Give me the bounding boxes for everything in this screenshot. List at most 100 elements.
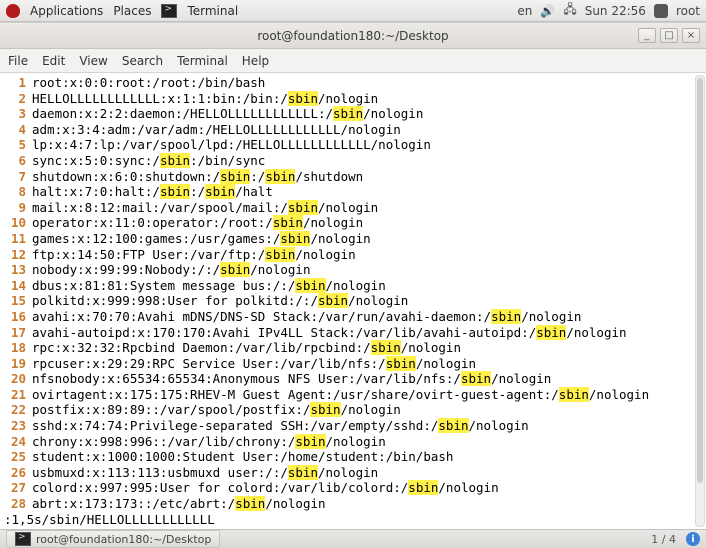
line-number: 19: [4, 356, 26, 372]
line-text: nfsnobody:x:65534:65534:Anonymous NFS Us…: [32, 371, 461, 386]
distro-logo-icon: [6, 4, 20, 18]
file-line: 18rpc:x:32:32:Rpcbind Daemon:/var/lib/rp…: [4, 340, 702, 356]
menu-view[interactable]: View: [79, 54, 107, 68]
menu-file[interactable]: File: [8, 54, 28, 68]
line-text: postfix:x:89:89::/var/spool/postfix:/: [32, 402, 310, 417]
search-highlight: sbin: [333, 106, 363, 121]
line-number: 11: [4, 231, 26, 247]
line-text: sshd:x:74:74:Privilege-separated SSH:/va…: [32, 418, 438, 433]
file-line: 3daemon:x:2:2:daemon:/HELLOLLLLLLLLLLLL:…: [4, 106, 702, 122]
line-text: avahi-autoipd:x:170:170:Avahi IPv4LL Sta…: [32, 325, 536, 340]
search-highlight: sbin: [491, 309, 521, 324]
menu-terminal[interactable]: Terminal: [177, 54, 228, 68]
line-text: mail:x:8:12:mail:/var/spool/mail:/: [32, 200, 288, 215]
maximize-button[interactable]: □: [660, 28, 678, 43]
file-line: 2HELLOLLLLLLLLLLLL:x:1:1:bin:/bin:/sbin/…: [4, 91, 702, 107]
line-text: /nologin: [521, 309, 581, 324]
line-text: :/: [190, 184, 205, 199]
line-text: /nologin: [401, 340, 461, 355]
file-line: 7shutdown:x:6:0:shutdown:/sbin:/sbin/shu…: [4, 169, 702, 185]
line-text: shutdown:x:6:0:shutdown:/: [32, 169, 220, 184]
line-text: usbmuxd:x:113:113:usbmuxd user:/:/: [32, 465, 288, 480]
scrollbar[interactable]: [695, 75, 705, 527]
minimize-button[interactable]: _: [638, 28, 656, 43]
line-text: halt:x:7:0:halt:/: [32, 184, 160, 199]
line-text: avahi:x:70:70:Avahi mDNS/DNS-SD Stack:/v…: [32, 309, 491, 324]
line-text: operator:x:11:0:operator:/root:/: [32, 215, 273, 230]
user-avatar-icon: [654, 4, 668, 18]
line-text: /nologin: [326, 434, 386, 449]
file-line: 11games:x:12:100:games:/usr/games:/sbin/…: [4, 231, 702, 247]
search-highlight: sbin: [205, 184, 235, 199]
window-titlebar[interactable]: root@foundation180:~/Desktop _ □ ×: [0, 23, 706, 49]
file-line: 8halt:x:7:0:halt:/sbin:/sbin/halt: [4, 184, 702, 200]
scrollbar-thumb[interactable]: [697, 78, 703, 483]
line-text: root:x:0:0:root:/root:/bin/bash: [32, 75, 265, 90]
menu-search[interactable]: Search: [122, 54, 163, 68]
clock[interactable]: Sun 22:56: [585, 4, 646, 18]
line-text: /nologin: [295, 247, 355, 262]
line-text: /nologin: [318, 91, 378, 106]
terminal-launcher[interactable]: Terminal: [187, 4, 238, 18]
volume-icon[interactable]: 🔊: [540, 4, 555, 18]
line-text: abrt:x:173:173::/etc/abrt:/: [32, 496, 235, 511]
vim-command-line[interactable]: :1,5s/sbin/HELLOLLLLLLLLLLLL: [4, 512, 702, 528]
places-menu[interactable]: Places: [113, 4, 151, 18]
line-text: /nologin: [363, 106, 423, 121]
menu-help[interactable]: Help: [242, 54, 269, 68]
line-text: rpcuser:x:29:29:RPC Service User:/var/li…: [32, 356, 386, 371]
file-line: 23sshd:x:74:74:Privilege-separated SSH:/…: [4, 418, 702, 434]
search-highlight: sbin: [220, 169, 250, 184]
line-text: :/bin/sync: [190, 153, 265, 168]
line-text: /nologin: [318, 465, 378, 480]
terminal-viewport[interactable]: 1root:x:0:0:root:/root:/bin/bash2HELLOLL…: [0, 73, 706, 529]
line-text: /nologin: [589, 387, 649, 402]
line-text: dbus:x:81:81:System message bus:/:/: [32, 278, 295, 293]
search-highlight: sbin: [295, 278, 325, 293]
applications-menu[interactable]: Applications: [30, 4, 103, 18]
line-number: 28: [4, 496, 26, 512]
taskbar-entry-terminal[interactable]: root@foundation180:~/Desktop: [6, 530, 220, 548]
line-text: /shutdown: [295, 169, 363, 184]
terminal-icon: [15, 532, 31, 546]
gnome-top-panel: Applications Places Terminal en 🔊 🖧 Sun …: [0, 0, 706, 22]
line-number: 12: [4, 247, 26, 263]
keyboard-layout-indicator[interactable]: en: [517, 4, 532, 18]
file-line: 15polkitd:x:999:998:User for polkitd:/:/…: [4, 293, 702, 309]
info-icon[interactable]: i: [686, 532, 700, 546]
line-text: /nologin: [566, 325, 626, 340]
line-text: /halt: [235, 184, 273, 199]
file-line: 4adm:x:3:4:adm:/var/adm:/HELLOLLLLLLLLLL…: [4, 122, 702, 138]
network-icon[interactable]: 🖧: [563, 0, 576, 21]
menu-edit[interactable]: Edit: [42, 54, 65, 68]
user-menu[interactable]: root: [676, 4, 700, 18]
line-number: 7: [4, 169, 26, 185]
file-line: 25student:x:1000:1000:Student User:/home…: [4, 449, 702, 465]
line-text: /nologin: [469, 418, 529, 433]
search-highlight: sbin: [438, 418, 468, 433]
line-number: 24: [4, 434, 26, 450]
search-highlight: sbin: [461, 371, 491, 386]
file-line: 20nfsnobody:x:65534:65534:Anonymous NFS …: [4, 371, 702, 387]
file-line: 19 rpcuser:x:29:29:RPC Service User:/var/…: [4, 356, 702, 372]
line-number: 9: [4, 200, 26, 216]
line-text: /nologin: [250, 262, 310, 277]
file-line: 14dbus:x:81:81:System message bus:/:/sbi…: [4, 278, 702, 294]
search-highlight: sbin: [288, 91, 318, 106]
close-button[interactable]: ×: [682, 28, 700, 43]
line-text: /nologin: [416, 356, 476, 371]
line-number: 17: [4, 325, 26, 341]
workspace-pager[interactable]: 1 / 4: [651, 533, 676, 546]
file-line: 6sync:x:5:0:sync:/sbin:/bin/sync: [4, 153, 702, 169]
file-line: 28 abrt:x:173:173::/etc/abrt:/sbin/nologi…: [4, 496, 702, 512]
line-text: ovirtagent:x:175:175:RHEV-M Guest Agent:…: [32, 387, 559, 402]
search-highlight: sbin: [235, 496, 265, 511]
line-text: /nologin: [438, 480, 498, 495]
line-number: 2: [4, 91, 26, 107]
line-text: /nologin: [491, 371, 551, 386]
file-line: 9mail:x:8:12:mail:/var/spool/mail:/sbin/…: [4, 200, 702, 216]
line-text: /nologin: [326, 278, 386, 293]
line-text: ftp:x:14:50:FTP User:/var/ftp:/: [32, 247, 265, 262]
terminal-menubar: File Edit View Search Terminal Help: [0, 49, 706, 73]
line-text: /nologin: [265, 496, 325, 511]
